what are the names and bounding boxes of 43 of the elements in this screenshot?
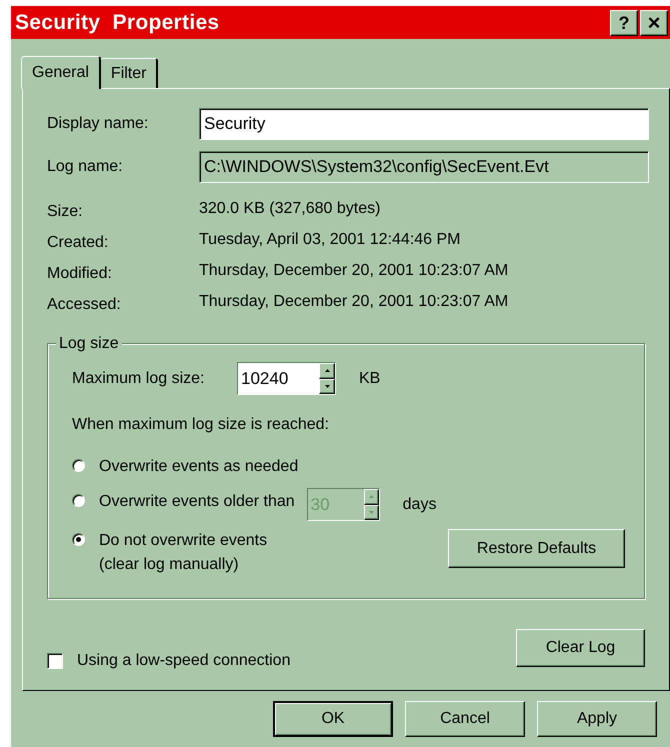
radio-label: Overwrite events as needed [99, 457, 298, 477]
info-value: Thursday, December 20, 2001 10:23:07 AM [199, 261, 508, 281]
display-name-field[interactable]: Security [199, 108, 649, 140]
spin-down-button[interactable] [319, 378, 335, 394]
spin-box[interactable]: 10240 [237, 362, 336, 395]
clear-log-button[interactable]: Clear Log [516, 629, 645, 667]
spin-up-button[interactable] [319, 363, 335, 378]
unit-label: KB [359, 368, 380, 388]
radio-button[interactable] [72, 533, 85, 546]
field-label: Maximum log size: [72, 368, 206, 388]
restore-defaults-button[interactable]: Restore Defaults [448, 529, 625, 568]
info-label: Accessed: [47, 295, 122, 313]
info-value: Thursday, December 20, 2001 10:23:07 AM [199, 292, 508, 312]
up-arrow-icon [368, 495, 374, 498]
dialog-button[interactable]: Cancel [405, 701, 525, 737]
help-button[interactable]: ? [610, 10, 638, 36]
down-arrow-icon [324, 384, 330, 388]
radio-note: (clear log manually) [99, 555, 240, 575]
field-label: Display name: [47, 114, 150, 134]
log-name-field[interactable]: C:\WINDOWS\System32\config\SecEvent.Evt [199, 150, 649, 182]
max-log-size-field[interactable]: 10240 [238, 363, 320, 394]
info-label: Size: [47, 202, 84, 220]
info-value: 320.0 KB (327,680 bytes) [199, 199, 380, 219]
radio-button[interactable] [72, 494, 85, 507]
radio-label: Do not overwrite events [99, 531, 268, 551]
radio-label: Overwrite events older than [99, 492, 295, 512]
dialog-button[interactable]: Apply [537, 701, 657, 737]
instruction-text: When maximum log size is reached: [72, 415, 330, 435]
info-label: Created: [47, 233, 110, 251]
radio-button[interactable] [72, 459, 85, 472]
dialog-button[interactable]: OK [273, 701, 393, 737]
checkbox-label: Using a low-speed connection [77, 651, 292, 671]
up-arrow-icon [324, 369, 330, 372]
info-label: Modified: [47, 264, 113, 282]
checkbox[interactable] [47, 653, 63, 669]
info-value: Tuesday, April 03, 2001 12:44:46 PM [199, 230, 460, 250]
window-title: Security Properties [15, 10, 220, 36]
tab[interactable]: Filter [100, 58, 158, 88]
field-label: Log name: [47, 156, 124, 176]
down-arrow-icon [368, 510, 374, 514]
close-button[interactable]: × [640, 10, 668, 36]
tab[interactable]: General [21, 56, 101, 89]
unit-label: days [402, 494, 436, 514]
